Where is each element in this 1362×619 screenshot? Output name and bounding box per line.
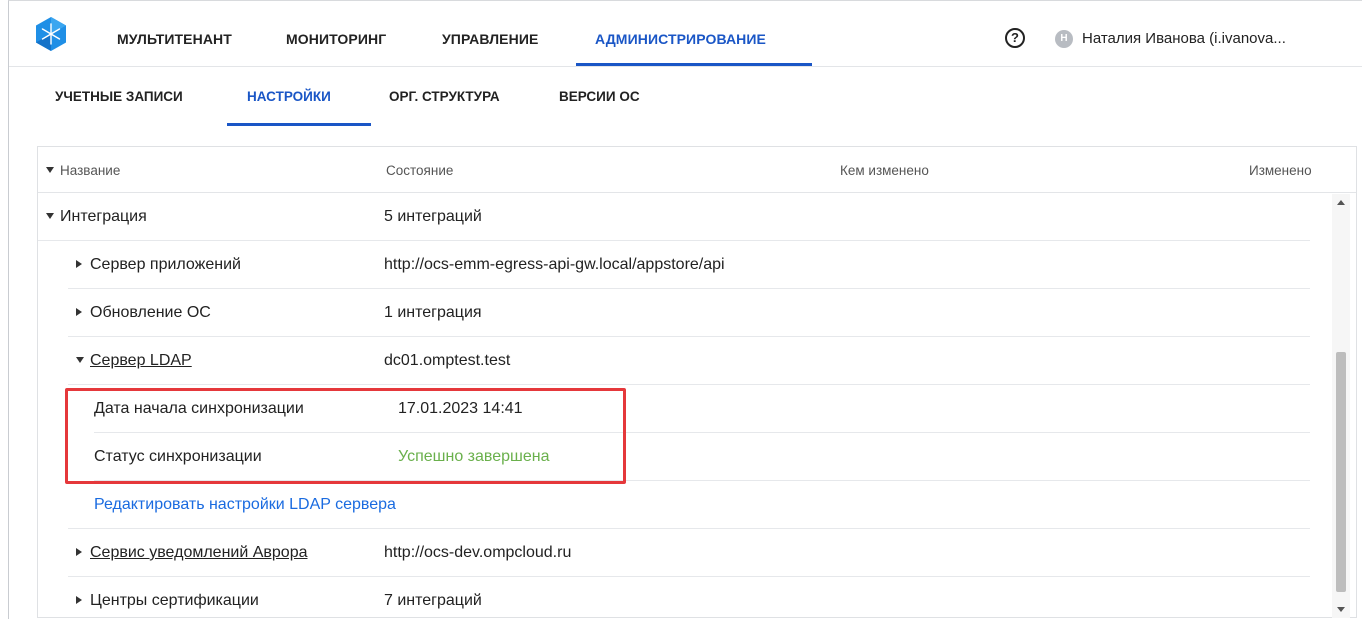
caret-down-icon [76,357,84,363]
edit-ldap-settings-link[interactable]: Редактировать настройки LDAP сервера [94,496,396,514]
table-row[interactable]: Центры сертификации 7 интеграций [38,577,1310,619]
topnav-active-indicator [576,63,812,66]
snowflake-logo-icon[interactable] [35,16,67,52]
caret-down-icon [46,213,54,219]
tab-os-versions[interactable]: ВЕРСИИ ОС [559,89,640,104]
caret-right-icon [76,260,82,268]
caret-right-icon [76,308,82,316]
vertical-scrollbar[interactable] [1332,194,1350,618]
table-row[interactable]: Интеграция 5 интеграций [38,193,1310,241]
row-value: 1 интеграция [384,304,482,321]
row-value: http://ocs-dev.ompcloud.ru [384,544,572,561]
row-name[interactable]: Центры сертификации [76,592,259,610]
column-header-state[interactable]: Состояние [386,163,453,178]
subtab-active-indicator [227,123,371,126]
row-value: 7 интеграций [384,592,482,609]
scroll-up-icon[interactable] [1337,200,1345,205]
row-name[interactable]: Обновление ОС [76,304,211,322]
app-window: МУЛЬТИТЕНАНТ МОНИТОРИНГ УПРАВЛЕНИЕ АДМИН… [8,0,1362,619]
topnav-management[interactable]: УПРАВЛЕНИЕ [442,31,538,47]
row-value: http://ocs-emm-egress-api-gw.local/appst… [384,256,725,273]
topnav-monitoring[interactable]: МОНИТОРИНГ [286,31,386,47]
table-row[interactable]: Сервер приложений http://ocs-emm-egress-… [38,241,1310,289]
row-name[interactable]: Интеграция [46,208,147,226]
row-name[interactable]: Сервер приложений [76,256,241,274]
row-name[interactable]: Сервер LDAP [76,352,192,370]
question-circle-icon[interactable]: ? [1005,28,1025,48]
tab-org-structure[interactable]: ОРГ. СТРУКТУРА [389,89,500,104]
avatar[interactable]: Н [1055,30,1073,48]
column-header-changed-at[interactable]: Изменено [1249,163,1312,178]
row-value: 5 интеграций [384,208,482,225]
user-name[interactable]: Наталия Иванова (i.ivanova... [1082,30,1286,47]
column-header-name[interactable]: Название [46,163,120,178]
topnav-administration[interactable]: АДМИНИСТРИРОВАНИЕ [595,31,766,47]
aurora-notifications-link[interactable]: Сервис уведомлений Аврора [90,544,308,561]
table-header: Название Состояние Кем изменено Изменено [38,147,1356,193]
row-value: dc01.omptest.test [384,352,511,369]
table-row[interactable]: Сервис уведомлений Аврора http://ocs-dev… [38,529,1310,577]
highlight-box [65,388,626,484]
tab-settings[interactable]: НАСТРОЙКИ [247,89,331,104]
scroll-thumb[interactable] [1336,352,1346,592]
table-row[interactable]: Сервер LDAP dc01.omptest.test [38,337,1310,385]
top-navigation-bar: МУЛЬТИТЕНАНТ МОНИТОРИНГ УПРАВЛЕНИЕ АДМИН… [9,1,1362,67]
settings-tree-table: Название Состояние Кем изменено Изменено… [37,146,1357,618]
scroll-down-icon[interactable] [1337,607,1345,612]
tab-accounts[interactable]: УЧЕТНЫЕ ЗАПИСИ [55,89,183,104]
table-row: Редактировать настройки LDAP сервера [38,481,1310,529]
caret-right-icon [76,596,82,604]
column-header-changed-by[interactable]: Кем изменено [840,163,929,178]
topnav-multitenant[interactable]: МУЛЬТИТЕНАНТ [117,31,232,47]
ldap-server-link[interactable]: Сервер LDAP [90,352,192,369]
caret-right-icon [76,548,82,556]
table-row[interactable]: Обновление ОС 1 интеграция [38,289,1310,337]
row-name[interactable]: Сервис уведомлений Аврора [76,544,308,562]
caret-down-icon [46,167,54,173]
